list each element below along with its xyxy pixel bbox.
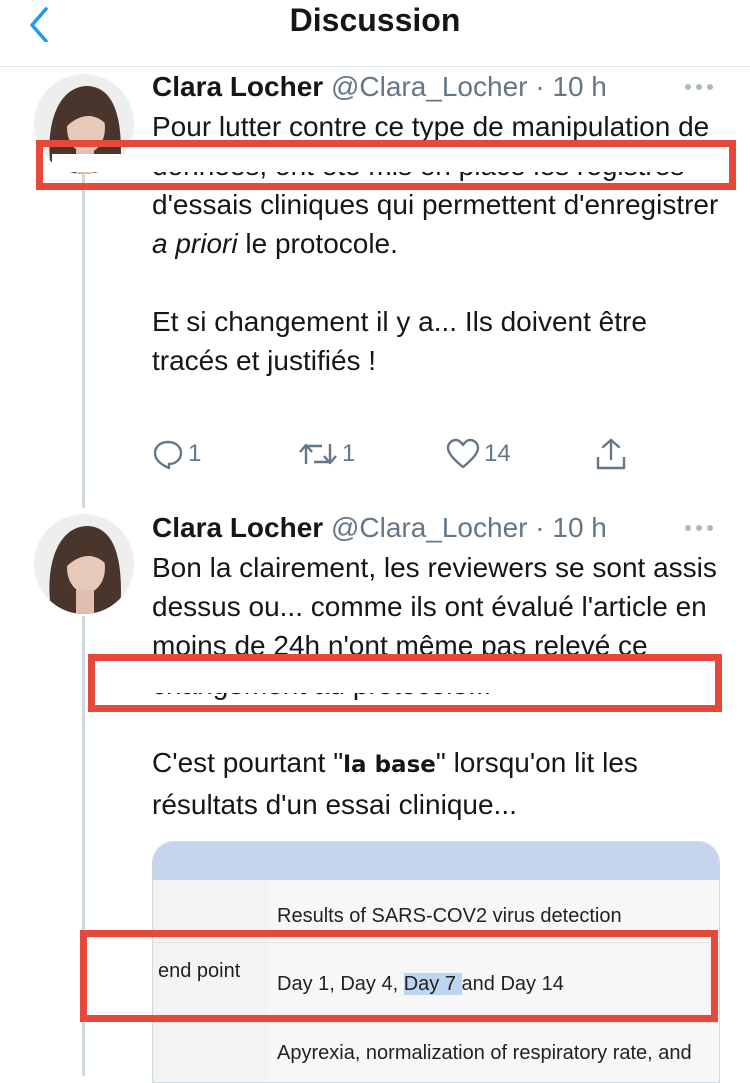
reply-button[interactable]: 1 [152,436,201,472]
reply-count: 1 [188,440,202,467]
table-header-band [153,842,719,880]
timestamp: · 10 h [535,512,607,543]
table-cell: Apyrexia, normalization of respiratory r… [277,1042,692,1064]
reply-icon [153,440,183,470]
share-icon [596,438,626,470]
tweet-paragraph: C'est pourtant "la base" lorsqu'on lit l… [152,747,638,820]
like-count: 14 [484,440,511,467]
retweet-count: 1 [342,440,356,467]
timestamp: · 10 h [535,71,607,102]
annotation-box [80,930,718,1022]
tweet-actions: 1 1 14 [152,436,632,472]
author-name[interactable]: Clara Locher [152,71,323,102]
retweet-button[interactable]: 1 [298,436,355,472]
table-cell: Results of SARS-COV2 virus detection [277,905,622,927]
retweet-icon [299,443,337,465]
navigation-bar: Discussion [0,0,750,67]
thread-connector [82,146,85,508]
like-button[interactable]: 14 [446,436,511,472]
annotation-box [36,140,736,190]
author-name[interactable]: Clara Locher [152,512,323,543]
annotation-box [88,654,722,712]
more-options-icon[interactable] [684,82,714,92]
table-row-divider [153,1022,719,1023]
tweet-header: Clara Locher @Clara_Locher · 10 h [152,512,607,544]
author-handle[interactable]: @Clara_Locher [331,71,528,102]
avatar-photo [34,514,134,614]
page-title: Discussion [289,2,461,38]
tweet-header: Clara Locher @Clara_Locher · 10 h [152,71,607,103]
avatar[interactable] [34,514,134,614]
tweet-paragraph: Et si changement il y a... Ils doivent ê… [152,306,647,376]
share-button[interactable] [594,436,628,472]
more-options-icon[interactable] [684,523,714,533]
bold-text: la base [343,752,436,778]
heart-icon [446,438,480,469]
italic-text: a priori [152,228,238,259]
author-handle[interactable]: @Clara_Locher [331,512,528,543]
